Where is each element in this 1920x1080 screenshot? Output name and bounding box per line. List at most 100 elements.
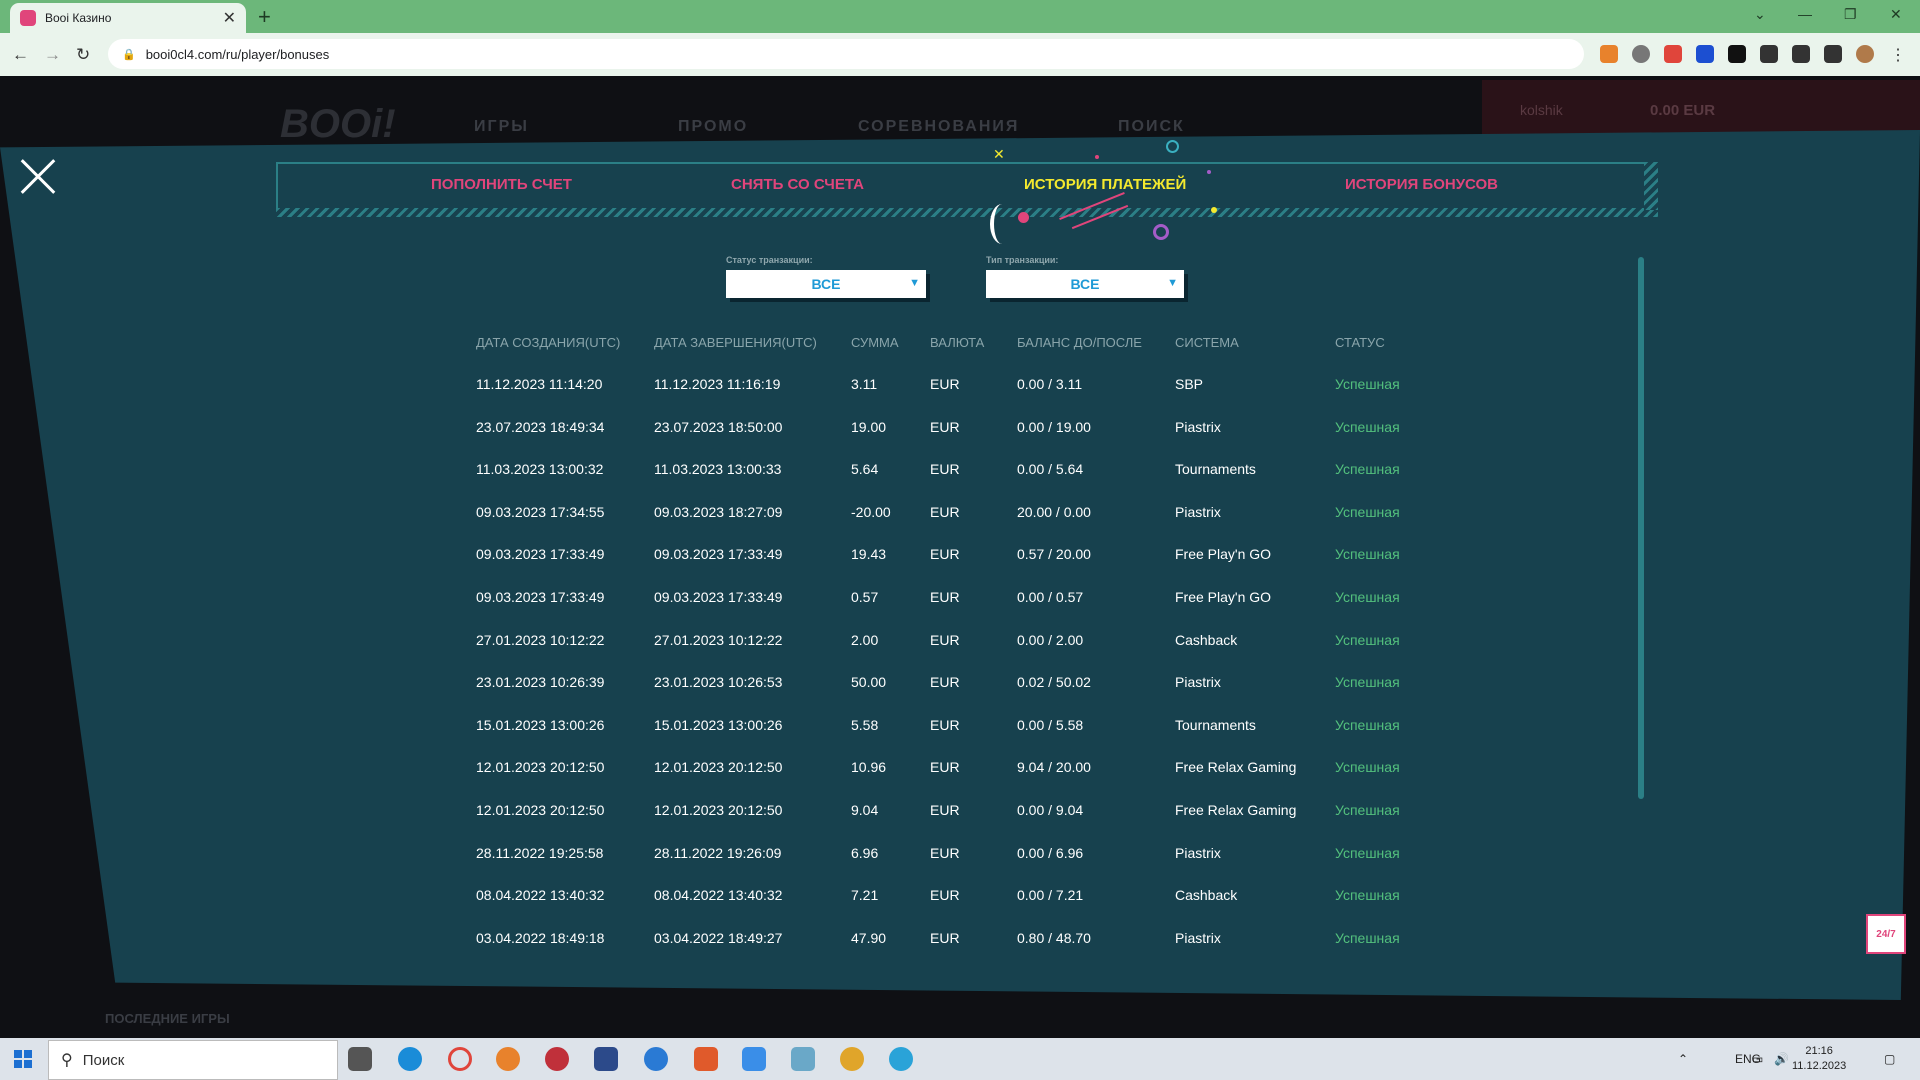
account-bar: kolshik 0.00 EUR <box>1482 80 1920 136</box>
cell-created: 11.12.2023 11:14:20 <box>476 376 603 392</box>
shield-extension-icon[interactable] <box>1632 45 1650 63</box>
cell-amount: 6.96 <box>851 844 879 861</box>
edge-icon[interactable] <box>398 1047 422 1071</box>
cell-system: Free Play'n GO <box>1175 589 1272 605</box>
app-icon[interactable] <box>594 1047 618 1071</box>
cell-amount: 19.00 <box>851 418 887 435</box>
chrome-icon[interactable] <box>840 1047 864 1071</box>
cell-completed: 08.04.2022 13:40:32 <box>654 887 783 904</box>
col-amount: СУММА <box>851 335 899 350</box>
window-close-button[interactable]: ✕ <box>1890 6 1902 23</box>
cell-balance: 0.00 / 2.00 <box>1017 631 1084 648</box>
tab-title: Booi Казино <box>45 11 112 25</box>
brave-icon[interactable] <box>694 1047 718 1071</box>
tab-close-icon[interactable]: ✕ <box>223 8 236 28</box>
puzzle-extensions-icon[interactable] <box>1760 45 1778 63</box>
support-chat-button[interactable]: 24/7 <box>1866 914 1906 954</box>
cell-currency: EUR <box>930 589 960 605</box>
firefox-icon[interactable] <box>496 1047 520 1071</box>
reload-button[interactable]: ↻ <box>76 45 90 65</box>
tab-withdraw[interactable]: СНЯТЬ СО СЧЕТА <box>731 176 864 193</box>
url-field[interactable]: 🔒 booi0cl4.com/ru/player/bonuses <box>108 39 1584 69</box>
cell-currency: EUR <box>930 844 960 861</box>
reading-list-icon[interactable] <box>1792 45 1810 63</box>
privacy-extension-icon[interactable] <box>1696 45 1714 63</box>
cell-system: Piastrix <box>1175 418 1221 435</box>
notifications-icon[interactable]: ▢ <box>1884 1052 1895 1066</box>
cell-system: SBP <box>1175 376 1204 392</box>
lock-icon: 🔒 <box>122 48 136 61</box>
type-filter-select[interactable]: ВСЕ ▼ <box>986 270 1184 298</box>
cell-system: Cashback <box>1175 887 1238 904</box>
cell-currency: EUR <box>930 929 960 946</box>
nav-games[interactable]: ИГРЫ <box>474 118 529 136</box>
cell-balance: 9.04 / 20.00 <box>1017 759 1091 776</box>
username[interactable]: kolshik <box>1520 102 1563 118</box>
camera-extension-icon[interactable] <box>1664 45 1682 63</box>
app-icon[interactable] <box>791 1047 815 1071</box>
cell-balance: 0.02 / 50.02 <box>1017 674 1091 691</box>
cell-balance: 0.00 / 0.57 <box>1017 589 1084 605</box>
cell-completed: 28.11.2022 19:26:09 <box>654 844 782 861</box>
language-indicator[interactable]: ENG <box>1735 1052 1761 1066</box>
address-bar-row: ← → ↻ 🔒 booi0cl4.com/ru/player/bonuses ⋮ <box>0 33 1920 76</box>
tab-bonus-history[interactable]: ИСТОРИЯ БОНУСОВ <box>1345 176 1498 193</box>
booi-logo[interactable]: BOOi! <box>280 102 396 147</box>
cell-system: Piastrix <box>1175 929 1221 946</box>
close-modal-button[interactable] <box>18 156 58 196</box>
cell-status: Успешная <box>1335 546 1400 563</box>
col-currency: ВАЛЮТА <box>930 335 985 350</box>
task-view-icon[interactable] <box>348 1047 372 1071</box>
tray-arrow-icon[interactable]: ⌃ <box>1678 1052 1688 1066</box>
cell-amount: 7.21 <box>851 887 879 904</box>
cell-status: Успешная <box>1335 503 1400 520</box>
nav-search[interactable]: ПОИСК <box>1118 118 1185 136</box>
volume-icon[interactable]: 🔊 <box>1774 1052 1789 1066</box>
opera-icon[interactable] <box>448 1047 472 1071</box>
cell-status: Успешная <box>1335 376 1400 392</box>
new-tab-button[interactable]: + <box>258 4 271 30</box>
cell-system: Piastrix <box>1175 674 1221 691</box>
app-icon[interactable] <box>742 1047 766 1071</box>
tab-payment-history[interactable]: ИСТОРИЯ ПЛАТЕЖЕЙ <box>1024 176 1186 193</box>
telegram-icon[interactable] <box>889 1047 913 1071</box>
cell-amount: 50.00 <box>851 674 887 691</box>
metamask-extension-icon[interactable] <box>1600 45 1618 63</box>
cell-completed: 12.01.2023 20:12:50 <box>654 802 783 818</box>
cell-completed: 09.03.2023 17:33:49 <box>654 546 783 563</box>
cell-currency: EUR <box>930 631 960 648</box>
cell-created: 23.07.2023 18:49:34 <box>476 418 605 435</box>
table-bottom-fade <box>380 960 1480 982</box>
cell-status: Успешная <box>1335 716 1400 733</box>
cell-created: 27.01.2023 10:12:22 <box>476 631 605 648</box>
recent-games-label[interactable]: ПОСЛЕДНИЕ ИГРЫ <box>105 1011 230 1026</box>
clock[interactable]: 21:16 11.12.2023 <box>1792 1044 1846 1074</box>
browser-tab[interactable]: Booi Казино ✕ <box>10 3 246 33</box>
chrome-alt-icon[interactable] <box>644 1047 668 1071</box>
taskbar-search[interactable]: ⚲ Поиск <box>48 1040 338 1080</box>
nav-tournaments[interactable]: СОРЕВНОВАНИЯ <box>858 118 1019 136</box>
cell-status: Успешная <box>1335 802 1400 818</box>
status-filter-label: Статус транзакции: <box>726 255 813 265</box>
windows-start-icon[interactable] <box>14 1050 32 1068</box>
tab-deposit[interactable]: ПОПОЛНИТЬ СЧЕТ <box>431 176 572 193</box>
table-scrollbar[interactable] <box>1638 257 1644 799</box>
maximize-button[interactable]: ❐ <box>1844 6 1857 23</box>
tab-search-icon[interactable]: ⌄ <box>1754 6 1766 23</box>
back-button[interactable]: ← <box>12 45 29 65</box>
cell-completed: 23.07.2023 18:50:00 <box>654 418 783 435</box>
status-filter-select[interactable]: ВСЕ ▼ <box>726 270 926 298</box>
cell-created: 28.11.2022 19:25:58 <box>476 844 604 861</box>
side-panel-icon[interactable] <box>1824 45 1842 63</box>
forward-button[interactable]: → <box>44 45 61 65</box>
balance[interactable]: 0.00 EUR <box>1650 102 1715 119</box>
minimize-button[interactable]: — <box>1798 6 1812 22</box>
extension-off-icon[interactable] <box>1728 45 1746 63</box>
nav-promo[interactable]: ПРОМО <box>678 118 748 136</box>
menu-icon[interactable]: ⋮ <box>1890 45 1908 64</box>
cell-completed: 11.03.2023 13:00:33 <box>654 461 782 478</box>
profile-avatar[interactable] <box>1856 45 1874 63</box>
app-icon[interactable] <box>545 1047 569 1071</box>
cell-balance: 0.00 / 5.64 <box>1017 461 1084 478</box>
payments-modal <box>0 130 1920 1000</box>
